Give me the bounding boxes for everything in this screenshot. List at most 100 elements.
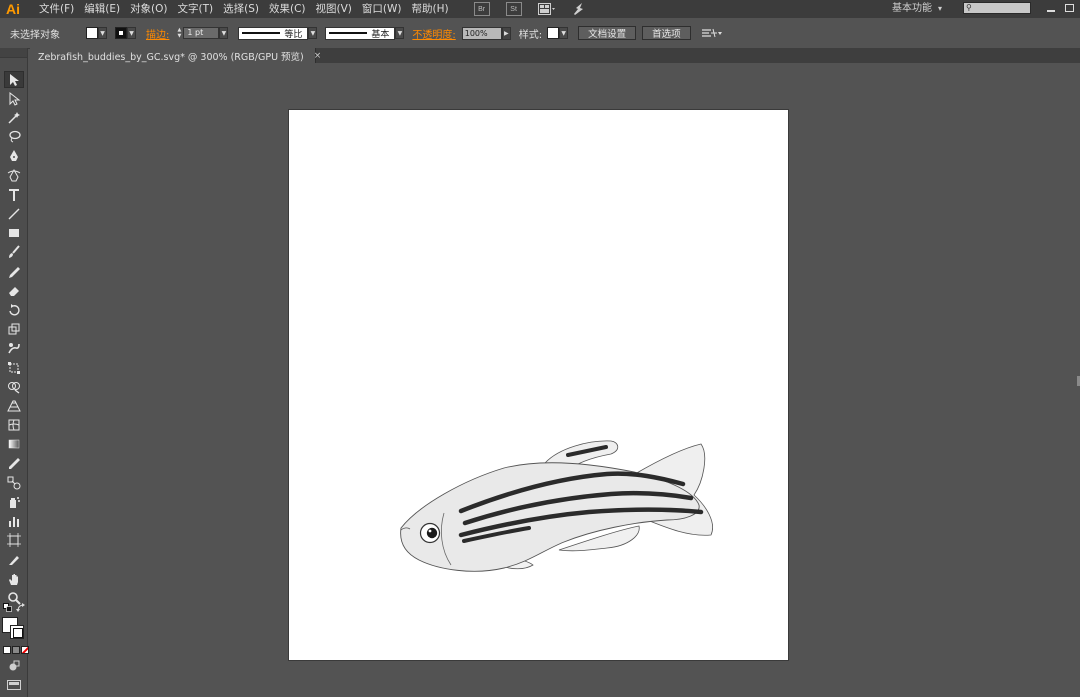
control-bar: 未选择对象 ▼ ▼ 描边: ▲ ▼ 1 pt ▼ 等比 ▼ 基本 ▼ 不透明度: … xyxy=(0,18,1080,49)
direct-selection-tool-icon[interactable] xyxy=(4,90,24,107)
rectangle-tool-icon[interactable] xyxy=(4,225,24,242)
profile1-label: 等比 xyxy=(284,29,303,40)
screen-mode-icon[interactable] xyxy=(7,680,21,693)
stroke-swatch[interactable] xyxy=(115,27,127,39)
swap-colors-icon[interactable] xyxy=(16,603,26,616)
stroke-dropdown[interactable]: ▼ xyxy=(127,27,136,39)
stroke-weight-field[interactable]: 1 pt xyxy=(183,27,220,39)
lasso-tool-icon[interactable] xyxy=(4,129,24,146)
artboard-tool-icon[interactable] xyxy=(4,532,24,549)
document-setup-button[interactable]: 文档设置 xyxy=(578,26,637,40)
scale-tool-icon[interactable] xyxy=(4,321,24,338)
search-box[interactable]: ⚲ xyxy=(963,2,1031,16)
align-options-icon[interactable] xyxy=(701,27,723,39)
fill-stroke-control[interactable] xyxy=(2,617,26,643)
panel-grip[interactable] xyxy=(0,48,27,58)
variable-width-profile[interactable]: 等比 xyxy=(238,26,309,40)
magic-wand-tool-icon[interactable] xyxy=(4,109,24,126)
blend-tool-icon[interactable] xyxy=(4,474,24,491)
profile-line xyxy=(242,32,281,34)
fill-dropdown[interactable]: ▼ xyxy=(98,27,107,39)
stock-icon[interactable]: St xyxy=(505,2,522,16)
default-colors-icon[interactable] xyxy=(3,603,13,616)
profile-dropdown[interactable]: ▼ xyxy=(308,27,318,39)
shape-builder-tool-icon[interactable] xyxy=(4,378,24,395)
type-tool-icon[interactable] xyxy=(4,186,24,203)
menu-effect[interactable]: 效果(C) xyxy=(264,0,311,18)
line-segment-tool-icon[interactable] xyxy=(4,205,24,222)
document-tab-title: Zebrafish_buddies_by_GC.svg* @ 300% (RGB… xyxy=(38,51,304,63)
menu-bar: Ai 文件(F) 编辑(E) 对象(O) 文字(T) 选择(S) 效果(C) 视… xyxy=(0,0,1080,18)
search-input[interactable] xyxy=(964,5,1030,16)
fish-pupil xyxy=(426,527,438,539)
stroke-weight-dropdown[interactable]: ▼ xyxy=(219,27,229,39)
selection-status: 未选择对象 xyxy=(10,29,60,41)
minimize-button[interactable] xyxy=(1044,0,1058,16)
menu-edit[interactable]: 编辑(E) xyxy=(79,0,125,18)
column-graph-tool-icon[interactable] xyxy=(4,513,24,530)
menu-type[interactable]: 文字(T) xyxy=(173,0,219,18)
opacity-field[interactable]: 100% xyxy=(461,26,502,40)
chevron-down-icon: ▾ xyxy=(938,4,943,13)
brush-line xyxy=(329,32,368,34)
brush-definition[interactable]: 基本 xyxy=(325,26,396,40)
menu-select[interactable]: 选择(S) xyxy=(218,0,264,18)
none-mode-icon[interactable] xyxy=(21,646,29,654)
paintbrush-tool-icon[interactable] xyxy=(4,244,24,261)
color-mode-buttons xyxy=(3,646,29,654)
menu-file[interactable]: 文件(F) xyxy=(34,0,79,18)
stepper-icon[interactable]: ▲ ▼ xyxy=(175,27,183,39)
graphic-style-swatch[interactable] xyxy=(547,27,560,39)
close-icon[interactable]: × xyxy=(314,51,322,61)
stroke-link[interactable]: 描边: xyxy=(146,26,169,41)
menu-items: 文件(F) 编辑(E) 对象(O) 文字(T) 选择(S) 效果(C) 视图(V… xyxy=(34,0,454,18)
zebrafish-illustration[interactable] xyxy=(289,110,788,660)
rotate-tool-icon[interactable] xyxy=(4,301,24,318)
menu-window[interactable]: 窗口(W) xyxy=(357,0,407,18)
window-controls xyxy=(1040,0,1076,16)
hand-tool-icon[interactable] xyxy=(4,570,24,587)
symbol-sprayer-tool-icon[interactable] xyxy=(4,493,24,510)
slice-tool-icon[interactable] xyxy=(4,551,24,568)
pencil-tool-icon[interactable] xyxy=(4,263,24,280)
workspace-label: 基本功能 xyxy=(892,3,932,14)
curvature-tool-icon[interactable] xyxy=(4,167,24,184)
menu-help[interactable]: 帮助(H) xyxy=(407,0,454,18)
warp-tool-icon[interactable] xyxy=(4,340,24,357)
color-mode-icon[interactable] xyxy=(3,646,11,654)
fill-swatch[interactable] xyxy=(86,27,98,39)
gpu-performance-icon[interactable] xyxy=(572,2,586,16)
pen-tool-icon[interactable] xyxy=(4,148,24,165)
style-dropdown[interactable]: ▼ xyxy=(559,27,569,39)
perspective-grid-tool-icon[interactable] xyxy=(4,397,24,414)
preferences-button[interactable]: 首选项 xyxy=(642,26,691,40)
opacity-slider-arrow[interactable]: ▶ xyxy=(501,26,511,40)
gradient-mode-icon[interactable] xyxy=(12,646,20,654)
brush-dropdown[interactable]: ▼ xyxy=(395,27,405,39)
profile2-label: 基本 xyxy=(371,29,390,40)
search-icon: ⚲ xyxy=(966,3,972,12)
menu-bar-icons: Br St xyxy=(466,2,594,16)
style-label: 样式: xyxy=(518,29,543,41)
app-logo: Ai xyxy=(6,1,20,17)
mesh-tool-icon[interactable] xyxy=(4,417,24,434)
artboard[interactable] xyxy=(289,110,788,660)
fish-eye-highlight xyxy=(428,529,432,533)
eyedropper-tool-icon[interactable] xyxy=(4,455,24,472)
free-transform-tool-icon[interactable] xyxy=(4,359,24,376)
stroke-color-swatch[interactable] xyxy=(10,625,24,639)
restore-button[interactable] xyxy=(1062,0,1076,16)
stroke-weight-spinner[interactable]: ▲ ▼ 1 pt ▼ xyxy=(175,27,229,39)
workspace-switcher[interactable]: 基本功能 ▾ xyxy=(892,0,942,18)
menu-view[interactable]: 视图(V) xyxy=(311,0,357,18)
arrange-documents-icon[interactable] xyxy=(537,3,556,15)
eraser-tool-icon[interactable] xyxy=(4,282,24,299)
opacity-link[interactable]: 不透明度: xyxy=(412,26,455,41)
drawing-mode-icon[interactable] xyxy=(8,660,20,675)
gradient-tool-icon[interactable] xyxy=(4,436,24,453)
bridge-icon[interactable]: Br xyxy=(473,2,490,16)
document-tab[interactable]: Zebrafish_buddies_by_GC.svg* @ 300% (RGB… xyxy=(30,48,321,63)
menu-object[interactable]: 对象(O) xyxy=(125,0,172,18)
document-tab-bar: Zebrafish_buddies_by_GC.svg* @ 300% (RGB… xyxy=(30,48,1080,63)
selection-tool-icon[interactable] xyxy=(4,71,24,88)
